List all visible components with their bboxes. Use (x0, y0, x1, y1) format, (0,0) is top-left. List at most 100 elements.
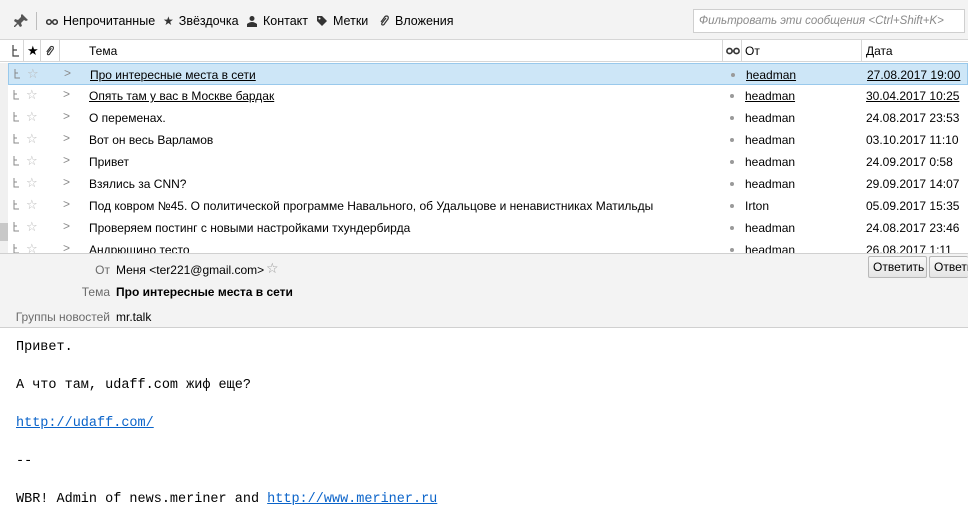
message-row[interactable]: ☆ > Проверяем постинг с новыми настройками… (8, 217, 968, 239)
message-subject[interactable]: Взялись за CNN? (89, 177, 186, 191)
attachment-column-icon[interactable] (44, 40, 55, 62)
star-toggle-icon[interactable]: ☆ (26, 175, 38, 191)
message-sender[interactable]: headman (745, 177, 795, 191)
message-date[interactable]: 29.09.2017 14:07 (866, 177, 959, 191)
star-column-icon[interactable]: ★ (27, 40, 39, 62)
from-column-header[interactable]: От (745, 40, 760, 62)
thread-column-icon[interactable] (11, 40, 21, 62)
message-row[interactable]: ☆ > Привет headman 24.09.2017 0:58 (8, 151, 968, 173)
thread-indicator-icon[interactable] (12, 242, 21, 253)
chevron-right-icon[interactable]: > (63, 197, 70, 211)
message-sender[interactable]: headman (745, 243, 795, 253)
thread-indicator-icon[interactable] (13, 67, 22, 81)
message-list[interactable]: ☆ > Про интересные места в сети headman 27.0… (8, 63, 968, 253)
read-status-dot[interactable] (730, 94, 734, 98)
contact-filter-button[interactable]: Контакт (246, 12, 308, 30)
message-row[interactable]: ☆ > Взялись за CNN? headman 29.09.2017 14:07 (8, 173, 968, 195)
read-status-dot[interactable] (731, 73, 735, 77)
read-status-dot[interactable] (730, 226, 734, 230)
from-value[interactable]: Меня <ter221@gmail.com> (116, 263, 264, 277)
read-status-dot[interactable] (730, 182, 734, 186)
body-link-line: http://udaff.com/ (16, 416, 154, 431)
read-status-dot[interactable] (730, 204, 734, 208)
message-date[interactable]: 24.09.2017 0:58 (866, 155, 953, 169)
thread-indicator-icon[interactable] (12, 176, 21, 190)
subject-label: Тема (81, 285, 110, 299)
message-filter-input[interactable]: Фильтровать эти сообщения <Ctrl+Shift+K> (693, 9, 965, 33)
message-row[interactable]: ☆ > Под ковром №45. О политической програм… (8, 195, 968, 217)
message-subject[interactable]: О переменах. (89, 111, 166, 125)
message-subject[interactable]: Привет (89, 155, 129, 169)
read-status-dot[interactable] (730, 116, 734, 120)
meriner-link[interactable]: http://www.meriner.ru (267, 492, 437, 507)
star-toggle-icon[interactable]: ☆ (26, 87, 38, 103)
thread-pane-header: ★ Тема От Дата (0, 40, 968, 62)
chevron-right-icon[interactable]: > (63, 241, 70, 253)
thread-indicator-icon[interactable] (12, 88, 21, 102)
newsgroups-value[interactable]: mr.talk (116, 310, 151, 324)
thread-indicator-icon[interactable] (12, 220, 21, 234)
thread-indicator-icon[interactable] (12, 132, 21, 146)
message-row[interactable]: ☆ > Андрющино тесто headman 26.08.2017 1:11 (8, 239, 968, 253)
message-subject[interactable]: Про интересные места в сети (90, 68, 256, 82)
splitter-strip (0, 63, 8, 253)
message-date[interactable]: 05.09.2017 15:35 (866, 199, 959, 213)
star-toggle-icon[interactable]: ☆ (26, 131, 38, 147)
chevron-right-icon[interactable]: > (63, 109, 70, 123)
message-row[interactable]: ☆ > Опять там у вас в Москве бардак headman… (8, 85, 968, 107)
message-subject[interactable]: Вот он весь Варламов (89, 133, 213, 147)
subject-column-header[interactable]: Тема (89, 40, 117, 62)
star-toggle-icon[interactable]: ☆ (26, 219, 38, 235)
splitter-grip[interactable] (0, 223, 8, 241)
message-subject[interactable]: Под ковром №45. О политической программе… (89, 199, 653, 213)
thread-indicator-icon[interactable] (12, 154, 21, 168)
sender-star-icon[interactable]: ☆ (266, 260, 279, 277)
message-subject[interactable]: Проверяем постинг с новыми настройками т… (89, 221, 410, 235)
unread-filter-button[interactable]: Непрочитанные (46, 12, 155, 30)
sticky-pin-icon[interactable] (13, 12, 29, 30)
chevron-right-icon[interactable]: > (64, 66, 71, 80)
read-status-dot[interactable] (730, 138, 734, 142)
message-sender[interactable]: headman (745, 155, 795, 169)
message-date[interactable]: 27.08.2017 19:00 (867, 68, 960, 82)
reply-all-button[interactable]: Ответить (929, 256, 968, 278)
star-toggle-icon[interactable]: ☆ (27, 66, 39, 82)
message-sender[interactable]: headman (746, 68, 796, 82)
message-sender[interactable]: headman (745, 221, 795, 235)
message-subject[interactable]: Опять там у вас в Москве бардак (89, 89, 274, 103)
starred-filter-button[interactable]: ★ Звёздочка (163, 12, 239, 30)
message-date[interactable]: 26.08.2017 1:11 (866, 243, 952, 253)
chevron-right-icon[interactable]: > (63, 219, 70, 233)
message-date[interactable]: 24.08.2017 23:46 (866, 221, 959, 235)
chevron-right-icon[interactable]: > (63, 175, 70, 189)
star-toggle-icon[interactable]: ☆ (26, 241, 38, 253)
message-row[interactable]: ☆ > Про интересные места в сети headman 27.0… (8, 63, 968, 85)
attachments-filter-button[interactable]: Вложения (378, 12, 454, 30)
star-toggle-icon[interactable]: ☆ (26, 109, 38, 125)
star-toggle-icon[interactable]: ☆ (26, 153, 38, 169)
message-row[interactable]: ☆ > О переменах. headman 24.08.2017 23:53 (8, 107, 968, 129)
date-column-header[interactable]: Дата (866, 40, 893, 62)
signature-text: WBR! Admin of news.meriner and (16, 492, 268, 507)
read-status-dot[interactable] (730, 160, 734, 164)
message-date[interactable]: 30.04.2017 10:25 (866, 89, 959, 103)
message-date[interactable]: 03.10.2017 11:10 (866, 133, 959, 147)
message-row[interactable]: ☆ > Вот он весь Варламов headman 03.10.2017 … (8, 129, 968, 151)
read-status-dot[interactable] (730, 248, 734, 252)
tags-filter-button[interactable]: Метки (316, 12, 368, 30)
message-sender[interactable]: headman (745, 111, 795, 125)
star-toggle-icon[interactable]: ☆ (26, 197, 38, 213)
thread-indicator-icon[interactable] (12, 198, 21, 212)
read-status-column-icon[interactable] (726, 40, 740, 62)
chevron-right-icon[interactable]: > (63, 131, 70, 145)
message-date[interactable]: 24.08.2017 23:53 (866, 111, 959, 125)
udaff-link[interactable]: http://udaff.com/ (16, 416, 154, 431)
thread-indicator-icon[interactable] (12, 110, 21, 124)
chevron-right-icon[interactable]: > (63, 153, 70, 167)
chevron-right-icon[interactable]: > (63, 87, 70, 101)
message-sender[interactable]: headman (745, 89, 795, 103)
reply-button[interactable]: Ответить (868, 256, 927, 278)
message-subject[interactable]: Андрющино тесто (89, 243, 190, 253)
message-sender[interactable]: Irton (745, 199, 769, 213)
message-sender[interactable]: headman (745, 133, 795, 147)
